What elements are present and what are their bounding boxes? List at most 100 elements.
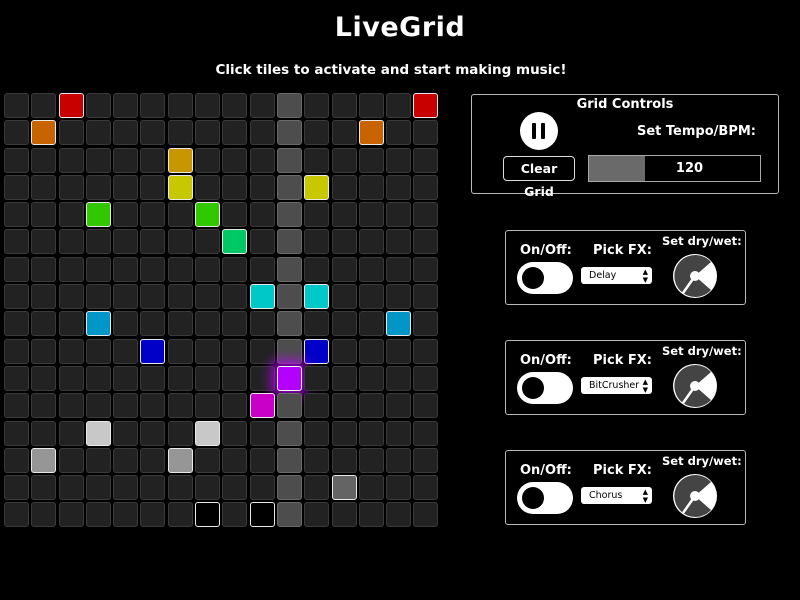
grid-tile[interactable]	[386, 475, 412, 501]
grid-tile[interactable]	[31, 93, 57, 118]
grid-tile[interactable]	[358, 229, 384, 255]
grid-tile[interactable]	[249, 229, 275, 255]
grid-tile[interactable]	[386, 174, 412, 200]
grid-tile[interactable]	[85, 338, 111, 364]
grid-tile[interactable]	[195, 475, 221, 501]
grid-tile[interactable]	[304, 338, 330, 364]
grid-tile[interactable]	[413, 147, 439, 173]
grid-tile[interactable]	[4, 365, 29, 391]
grid-tile[interactable]	[58, 447, 84, 473]
grid-tile[interactable]	[31, 475, 57, 501]
grid-tile[interactable]	[358, 93, 384, 118]
grid-tile[interactable]	[331, 447, 357, 473]
grid-tile[interactable]	[331, 256, 357, 282]
grid-tile[interactable]	[140, 338, 166, 364]
grid-tile[interactable]	[58, 393, 84, 419]
grid-tile[interactable]	[4, 256, 29, 282]
grid-tile[interactable]	[4, 202, 29, 228]
grid-tile[interactable]	[413, 475, 439, 501]
grid-tile[interactable]	[386, 420, 412, 446]
grid-tile[interactable]	[4, 93, 29, 118]
grid-tile[interactable]	[304, 256, 330, 282]
grid-tile[interactable]	[195, 502, 221, 528]
grid-tile[interactable]	[31, 502, 57, 528]
grid-tile[interactable]	[222, 284, 248, 310]
grid-tile[interactable]	[31, 338, 57, 364]
grid-tile[interactable]	[31, 174, 57, 200]
grid-tile[interactable]	[331, 420, 357, 446]
grid-tile[interactable]	[222, 311, 248, 337]
grid-tile[interactable]	[85, 447, 111, 473]
grid-tile[interactable]	[113, 147, 139, 173]
grid-tile[interactable]	[85, 147, 111, 173]
grid-tile[interactable]	[58, 284, 84, 310]
grid-tile[interactable]	[413, 502, 439, 528]
grid-tile[interactable]	[358, 338, 384, 364]
grid-tile[interactable]	[140, 311, 166, 337]
grid-tile[interactable]	[58, 311, 84, 337]
grid-tile[interactable]	[140, 229, 166, 255]
grid-tile[interactable]	[276, 393, 302, 419]
grid-tile[interactable]	[386, 202, 412, 228]
grid-tile[interactable]	[249, 393, 275, 419]
grid-tile[interactable]	[304, 475, 330, 501]
grid-tile[interactable]	[195, 420, 221, 446]
grid-tile[interactable]	[4, 502, 29, 528]
grid-tile[interactable]	[249, 365, 275, 391]
grid-tile[interactable]	[304, 502, 330, 528]
grid-tile[interactable]	[249, 93, 275, 118]
grid-tile[interactable]	[358, 120, 384, 146]
grid-tile[interactable]	[331, 393, 357, 419]
grid-tile[interactable]	[386, 229, 412, 255]
grid-tile[interactable]	[167, 311, 193, 337]
grid-tile[interactable]	[222, 475, 248, 501]
grid-tile[interactable]	[276, 284, 302, 310]
grid-tile[interactable]	[85, 229, 111, 255]
grid-tile[interactable]	[304, 284, 330, 310]
grid-tile[interactable]	[222, 120, 248, 146]
grid-tile[interactable]	[85, 502, 111, 528]
grid-tile[interactable]	[249, 284, 275, 310]
grid-tile[interactable]	[358, 256, 384, 282]
grid-tile[interactable]	[85, 393, 111, 419]
grid-tile[interactable]	[140, 120, 166, 146]
grid-tile[interactable]	[4, 393, 29, 419]
grid-tile[interactable]	[4, 284, 29, 310]
grid-tile[interactable]	[140, 502, 166, 528]
grid-tile[interactable]	[31, 311, 57, 337]
grid-tile[interactable]	[195, 120, 221, 146]
grid-tile[interactable]	[249, 311, 275, 337]
grid-tile[interactable]	[276, 365, 302, 391]
grid-tile[interactable]	[304, 93, 330, 118]
grid-tile[interactable]	[31, 393, 57, 419]
grid-tile[interactable]	[249, 120, 275, 146]
grid-tile[interactable]	[222, 147, 248, 173]
grid-tile[interactable]	[222, 229, 248, 255]
grid-tile[interactable]	[167, 475, 193, 501]
grid-tile[interactable]	[58, 256, 84, 282]
grid-tile[interactable]	[113, 284, 139, 310]
grid-tile[interactable]	[304, 365, 330, 391]
grid-tile[interactable]	[4, 120, 29, 146]
grid-tile[interactable]	[304, 393, 330, 419]
grid-tile[interactable]	[386, 338, 412, 364]
fx-select[interactable]: Delay ▲ ▼	[581, 267, 652, 284]
grid-tile[interactable]	[276, 120, 302, 146]
grid-tile[interactable]	[85, 311, 111, 337]
grid-tile[interactable]	[58, 475, 84, 501]
grid-tile[interactable]	[222, 93, 248, 118]
fx-select[interactable]: Chorus ▲ ▼	[581, 487, 652, 504]
grid-tile[interactable]	[331, 502, 357, 528]
grid-tile[interactable]	[113, 120, 139, 146]
grid-tile[interactable]	[31, 120, 57, 146]
drywet-knob[interactable]	[672, 253, 718, 299]
grid-tile[interactable]	[413, 229, 439, 255]
grid-tile[interactable]	[167, 284, 193, 310]
grid-tile[interactable]	[140, 147, 166, 173]
grid-tile[interactable]	[358, 311, 384, 337]
grid-tile[interactable]	[140, 174, 166, 200]
grid-tile[interactable]	[413, 365, 439, 391]
grid-tile[interactable]	[249, 475, 275, 501]
clear-grid-button[interactable]: Clear Grid	[503, 156, 575, 199]
grid-tile[interactable]	[85, 475, 111, 501]
